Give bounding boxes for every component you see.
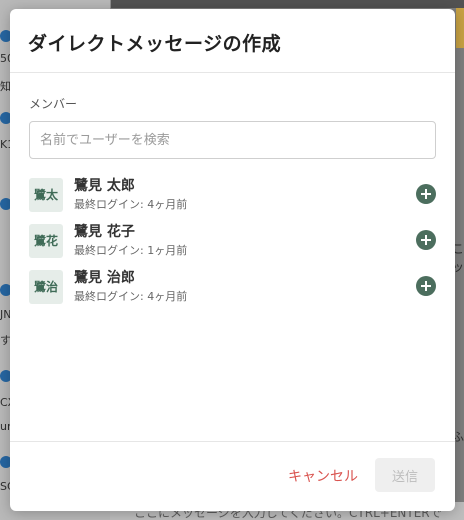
plus-circle-icon [421,189,431,199]
member-search-input[interactable] [29,121,436,159]
cancel-button[interactable]: キャンセル [278,462,368,490]
member-name: 鷺見 太郎 [74,178,135,194]
member-item: 鷺太 鷺見 太郎 最終ログイン: 4ヶ月前 [29,173,436,219]
add-member-button[interactable] [416,184,436,204]
member-last-login: 最終ログイン: 1ヶ月前 [74,244,188,257]
modal-header: ダイレクトメッセージの作成 [10,9,455,73]
member-last-login: 最終ログイン: 4ヶ月前 [74,198,188,211]
create-dm-modal: ダイレクトメッセージの作成 メンバー 鷺太 鷺見 太郎 最終ログイン: 4ヶ月前… [10,9,455,511]
members-label: メンバー [29,97,78,111]
avatar: 鷺治 [29,270,63,304]
member-item: 鷺花 鷺見 花子 最終ログイン: 1ヶ月前 [29,219,436,265]
avatar: 鷺太 [29,178,63,212]
modal-body: メンバー 鷺太 鷺見 太郎 最終ログイン: 4ヶ月前 鷺花 鷺見 花子 最終ログ… [10,73,455,311]
member-name: 鷺見 治郎 [74,270,135,286]
modal-footer: キャンセル 送信 [10,441,455,511]
avatar: 鷺花 [29,224,63,258]
add-member-button[interactable] [416,276,436,296]
plus-circle-icon [421,281,431,291]
member-last-login: 最終ログイン: 4ヶ月前 [74,290,188,303]
member-list: 鷺太 鷺見 太郎 最終ログイン: 4ヶ月前 鷺花 鷺見 花子 最終ログイン: 1… [29,173,436,311]
add-member-button[interactable] [416,230,436,250]
plus-circle-icon [421,235,431,245]
modal-title: ダイレクトメッセージの作成 [28,33,282,55]
send-button[interactable]: 送信 [375,458,435,492]
member-name: 鷺見 花子 [74,224,135,240]
member-item: 鷺治 鷺見 治郎 最終ログイン: 4ヶ月前 [29,265,436,311]
